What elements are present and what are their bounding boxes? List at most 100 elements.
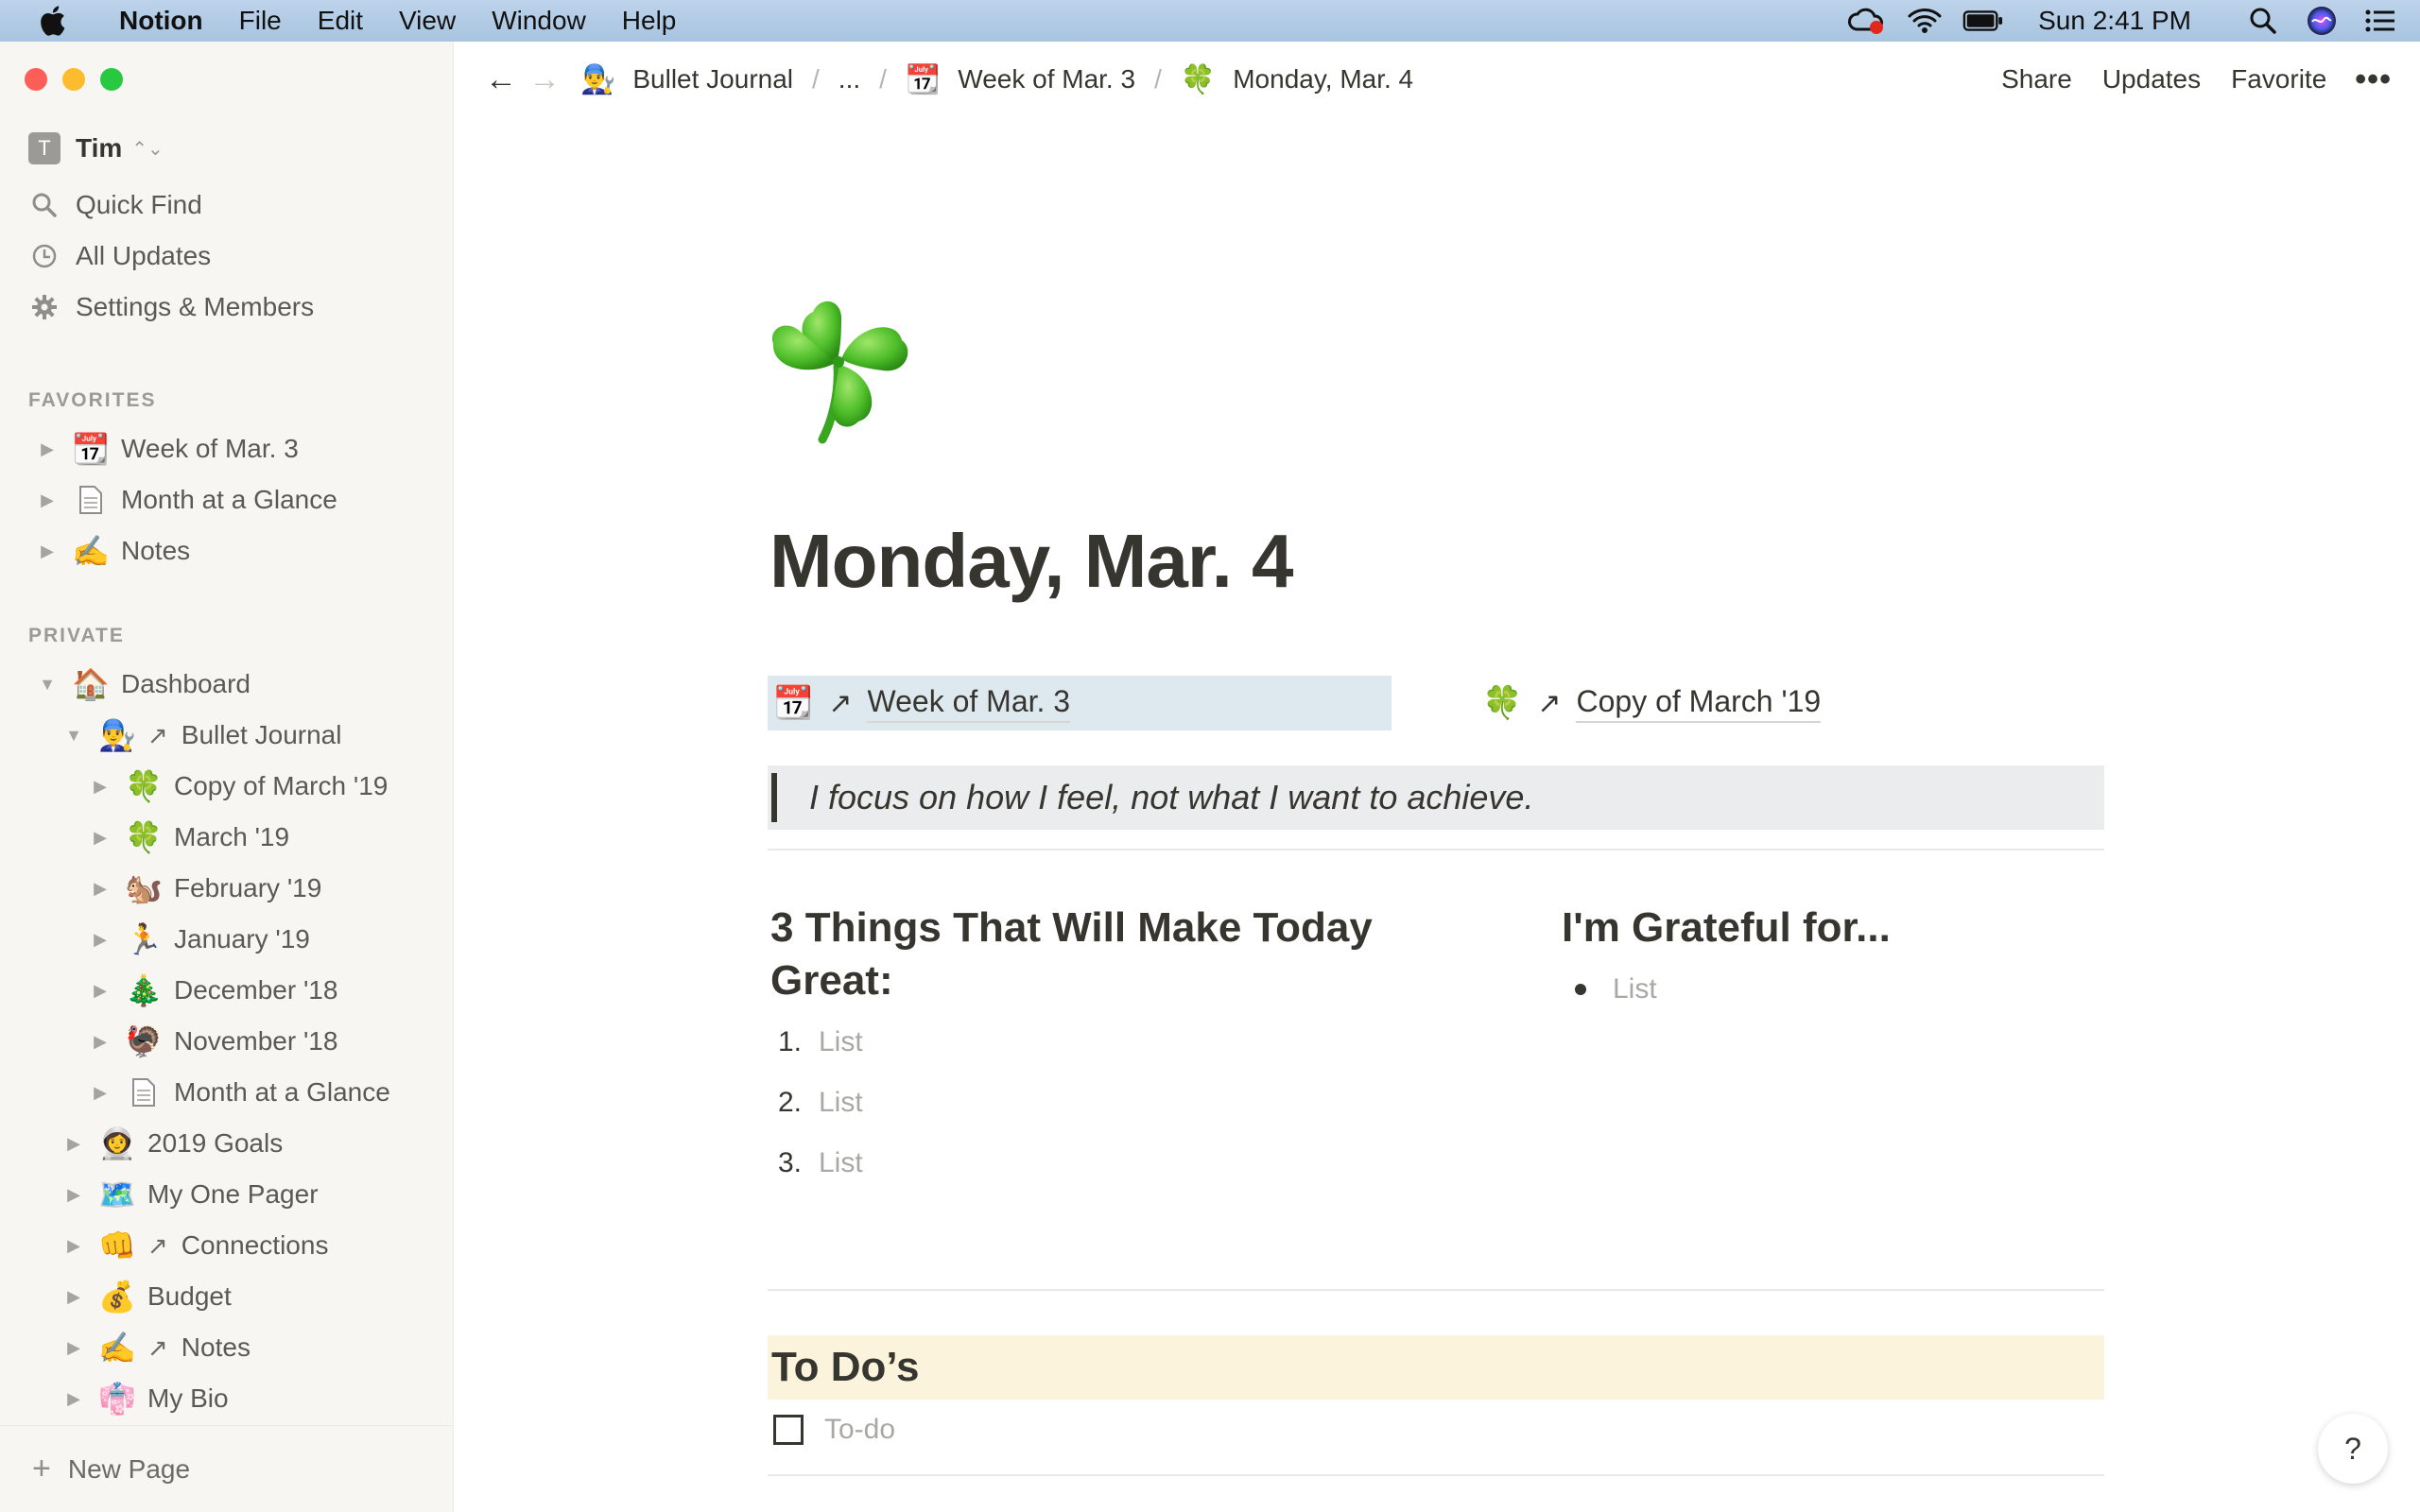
window-controls (25, 68, 123, 91)
sidebar-item-march-19[interactable]: ▶ 🍀 March '19 (89, 812, 289, 863)
link-arrow-icon: ↗ (147, 720, 168, 749)
close-window-button[interactable] (25, 68, 47, 91)
expand-triangle-icon[interactable]: ▶ (62, 1236, 85, 1256)
sidebar-item-connections[interactable]: ▶ 👊 ↗ Connections (62, 1220, 328, 1271)
expand-triangle-icon[interactable]: ▶ (89, 1032, 112, 1052)
page-icon (72, 481, 110, 519)
expand-triangle-icon[interactable]: ▶ (89, 1083, 112, 1103)
updates-button[interactable]: Updates (2102, 64, 2201, 94)
breadcrumb-ellipsis[interactable]: ... (835, 64, 864, 94)
minimize-window-button[interactable] (62, 68, 85, 91)
link-arrow-icon: ↗ (1537, 687, 1562, 719)
page-title[interactable]: Monday, Mar. 4 (769, 518, 1294, 605)
sidebar-item-bullet-journal[interactable]: ▼ 👨‍🔧 ↗ Bullet Journal (62, 710, 341, 761)
menu-clock[interactable]: Sun 2:41 PM (2038, 6, 2191, 36)
sidebar-item-month-at-a-glance[interactable]: ▶ Month at a Glance (36, 474, 337, 525)
page-icon (125, 1074, 163, 1111)
expand-triangle-icon[interactable]: ▶ (62, 1287, 85, 1307)
zoom-window-button[interactable] (100, 68, 123, 91)
breadcrumb-bullet-journal[interactable]: 👨‍🔧 Bullet Journal (577, 63, 797, 96)
todo-checkbox[interactable] (773, 1415, 804, 1445)
forward-arrow-icon[interactable]: → (526, 61, 563, 98)
expand-triangle-icon[interactable]: ▶ (62, 1134, 85, 1154)
link-to-page-week-of-mar-3[interactable]: 📆 ↗ Week of Mar. 3 (768, 676, 1392, 730)
sidebar: T Tim ⌃⌄ Quick Find All Updates Settings… (0, 42, 454, 1512)
expand-triangle-icon[interactable]: ▶ (36, 490, 59, 510)
sidebar-item-budget[interactable]: ▶ 💰 Budget (62, 1271, 232, 1322)
menu-window[interactable]: Window (492, 6, 586, 36)
expand-triangle-icon[interactable]: ▶ (89, 981, 112, 1001)
numbered-list-item[interactable]: 3. List (764, 1147, 863, 1179)
menu-help[interactable]: Help (622, 6, 677, 36)
expand-triangle-icon[interactable]: ▶ (62, 1338, 85, 1358)
wifi-icon[interactable] (1904, 0, 1945, 42)
collapse-triangle-icon[interactable]: ▼ (36, 675, 59, 695)
heading-grateful-for[interactable]: I'm Grateful for... (1562, 902, 2091, 954)
numbered-list-item[interactable]: 2. List (764, 1087, 863, 1119)
todo-heading[interactable]: To Do’s (768, 1335, 2104, 1400)
notification-center-icon[interactable] (2360, 0, 2401, 42)
sidebar-item-label: February '19 (174, 873, 322, 902)
sidebar-item-copy-of-march-19[interactable]: ▶ 🍀 Copy of March '19 (89, 761, 388, 812)
menu-edit[interactable]: Edit (318, 6, 363, 36)
astronaut-icon: 👩‍🚀 (98, 1126, 136, 1160)
sidebar-item-december-18[interactable]: ▶ 🎄 December '18 (89, 965, 337, 1016)
expand-triangle-icon[interactable]: ▶ (89, 777, 112, 797)
link-label: Copy of March '19 (1576, 684, 1822, 723)
sidebar-item-november-18[interactable]: ▶ 🦃 November '18 (89, 1016, 337, 1067)
expand-triangle-icon[interactable]: ▶ (36, 439, 59, 459)
list-number: 3. (777, 1147, 802, 1178)
sidebar-item-dashboard[interactable]: ▼ 🏠 Dashboard (36, 659, 251, 710)
breadcrumb-monday-mar-4[interactable]: 🍀 Monday, Mar. 4 (1177, 63, 1417, 96)
expand-triangle-icon[interactable]: ▶ (89, 828, 112, 848)
help-button[interactable]: ? (2318, 1414, 2388, 1484)
expand-triangle-icon[interactable]: ▶ (36, 541, 59, 561)
sidebar-item-month-at-a-glance-2[interactable]: ▶ Month at a Glance (89, 1067, 390, 1118)
breadcrumb-week-of-mar-3[interactable]: 📆 Week of Mar. 3 (902, 63, 1139, 96)
sidebar-item-label: Month at a Glance (174, 1077, 390, 1107)
quick-find-button[interactable]: Quick Find (28, 189, 202, 221)
favorite-button[interactable]: Favorite (2231, 64, 2326, 94)
battery-icon[interactable] (1962, 0, 2004, 42)
breadcrumb-separator: / (1154, 64, 1162, 94)
menu-app-name[interactable]: Notion (119, 6, 203, 36)
macos-menu-bar: Notion File Edit View Window Help Sun 2:… (0, 0, 2420, 42)
menu-file[interactable]: File (239, 6, 282, 36)
spotlight-search-icon[interactable] (2242, 0, 2284, 42)
expand-triangle-icon[interactable]: ▶ (62, 1389, 85, 1409)
all-updates-button[interactable]: All Updates (28, 240, 211, 272)
more-options-icon[interactable]: ••• (2355, 61, 2392, 98)
sidebar-item-notes[interactable]: ▶ ✍️ Notes (36, 525, 190, 576)
numbered-list-item[interactable]: 1. List (764, 1026, 863, 1058)
sidebar-item-week-of-mar-3[interactable]: ▶ 📆 Week of Mar. 3 (36, 423, 299, 474)
sidebar-item-notes-2[interactable]: ▶ ✍️ ↗ Notes (62, 1322, 251, 1373)
settings-members-button[interactable]: Settings & Members (28, 291, 314, 323)
bulleted-list-item[interactable]: List (1560, 973, 1657, 1005)
collapse-triangle-icon[interactable]: ▼ (62, 726, 85, 746)
expand-triangle-icon[interactable]: ▶ (62, 1185, 85, 1205)
sidebar-item-label: January '19 (174, 924, 310, 954)
back-arrow-icon[interactable]: ← (482, 61, 520, 98)
todo-item[interactable]: To-do (773, 1414, 895, 1446)
siri-icon[interactable] (2301, 0, 2342, 42)
creative-cloud-icon[interactable] (1845, 0, 1887, 42)
page-icon-clover[interactable] (764, 284, 915, 444)
sidebar-item-2019-goals[interactable]: ▶ 👩‍🚀 2019 Goals (62, 1118, 283, 1169)
sidebar-item-my-one-pager[interactable]: ▶ 🗺️ My One Pager (62, 1169, 318, 1220)
quote-block[interactable]: I focus on how I feel, not what I want t… (768, 765, 2104, 830)
sidebar-item-my-bio[interactable]: ▶ 👘 My Bio (62, 1373, 229, 1424)
sidebar-item-february-19[interactable]: ▶ 🐿️ February '19 (89, 863, 321, 914)
menu-view[interactable]: View (399, 6, 456, 36)
quick-find-label: Quick Find (76, 190, 202, 219)
chevron-updown-icon: ⌃⌄ (131, 138, 164, 160)
new-page-button[interactable]: + New Page (0, 1425, 454, 1512)
heading-three-things[interactable]: 3 Things That Will Make Today Great: (770, 902, 1451, 1007)
sidebar-item-january-19[interactable]: ▶ 🏃 January '19 (89, 914, 310, 965)
calendar-icon: 📆 (905, 63, 942, 95)
expand-triangle-icon[interactable]: ▶ (89, 879, 112, 899)
share-button[interactable]: Share (2001, 64, 2072, 94)
apple-menu-icon[interactable] (36, 4, 70, 38)
expand-triangle-icon[interactable]: ▶ (89, 930, 112, 950)
link-to-page-copy-of-march-19[interactable]: 🍀 ↗ Copy of March '19 (1477, 676, 1822, 730)
workspace-switcher[interactable]: T Tim ⌃⌄ (28, 132, 164, 164)
